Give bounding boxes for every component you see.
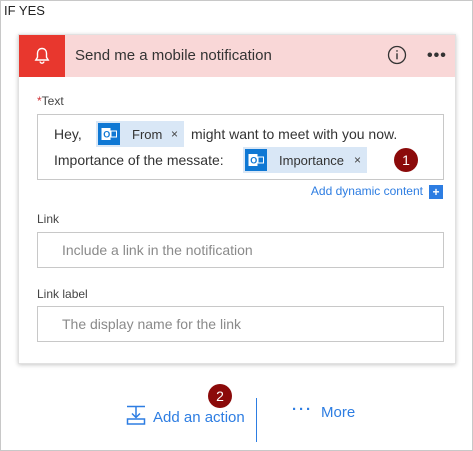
outlook-icon: O [245, 149, 267, 171]
svg-text:O: O [103, 130, 110, 140]
remove-token-from-icon[interactable]: × [171, 127, 178, 141]
more-options-button[interactable]: ••• [427, 47, 447, 65]
add-dynamic-content-link[interactable]: Add dynamic content [311, 184, 423, 198]
ellipsis-icon: ··· [292, 401, 313, 418]
add-dynamic-content-icon[interactable]: + [429, 185, 443, 199]
link-label: Link [37, 212, 60, 226]
svg-text:O: O [250, 156, 257, 166]
token-from[interactable]: O From × [96, 121, 184, 147]
branch-label: IF YES [4, 3, 45, 18]
link-input[interactable] [37, 232, 444, 268]
text-line1-suffix: might want to meet with you now. [191, 126, 398, 142]
add-action-label: Add an action [153, 409, 245, 426]
token-importance-label: Importance [279, 152, 345, 168]
card-title: Send me a mobile notification [75, 47, 272, 64]
token-from-label: From [132, 126, 163, 142]
text-field-label: *Text [37, 94, 64, 108]
link-label-label: Link label [37, 287, 88, 301]
outlook-icon: O [98, 123, 120, 145]
callout-badge-1: 1 [394, 148, 418, 172]
text-line1-prefix: Hey, [54, 126, 82, 142]
info-icon[interactable] [386, 44, 408, 66]
action-bar: 2 Add an action ··· More [1, 379, 473, 449]
add-action-button[interactable]: Add an action [125, 404, 245, 431]
bell-icon [19, 35, 65, 77]
remove-token-importance-icon[interactable]: × [354, 153, 361, 167]
more-label: More [321, 404, 356, 421]
insert-step-icon [125, 404, 147, 431]
action-divider [256, 398, 257, 442]
more-button[interactable]: ··· More [292, 401, 356, 421]
link-label-input[interactable] [37, 306, 444, 342]
token-importance[interactable]: O Importance × [243, 147, 367, 173]
text-field[interactable]: Hey, O From × might want to meet with yo… [37, 114, 444, 180]
action-card: Send me a mobile notification ••• *Text … [18, 34, 456, 364]
card-header[interactable]: Send me a mobile notification ••• [19, 35, 455, 77]
text-line2-prefix: Importance of the messate: [54, 152, 224, 168]
condition-branch-panel: IF YES Send me a mobile notification •••… [0, 0, 473, 451]
text-label: Text [41, 94, 64, 108]
